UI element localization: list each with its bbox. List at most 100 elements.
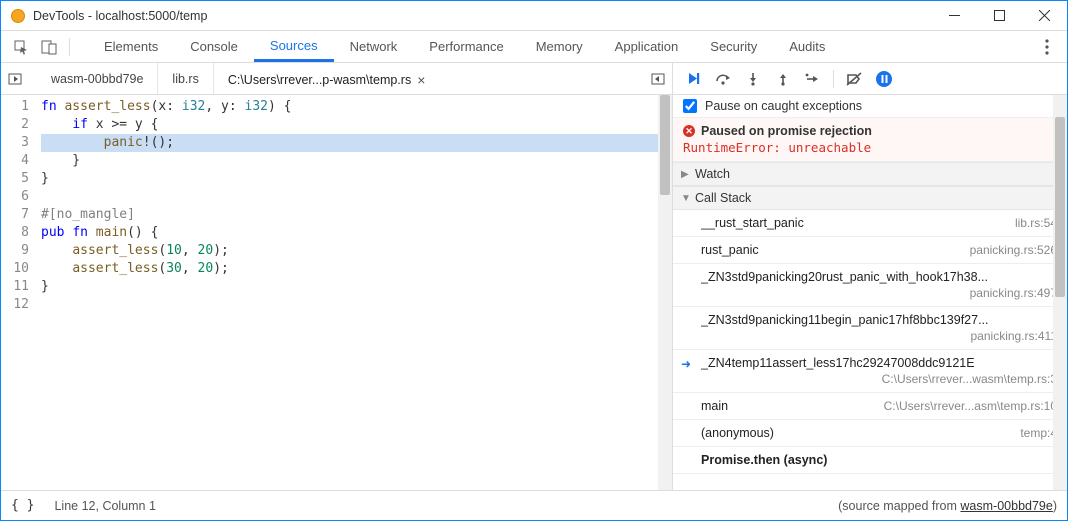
chevron-right-icon: ▶ [681, 169, 691, 180]
line-number-gutter: 123456789101112 [1, 95, 37, 490]
callstack-frame[interactable]: _ZN3std9panicking20rust_panic_with_hook1… [673, 264, 1067, 307]
callstack-frame[interactable]: ➜_ZN4temp11assert_less17hc29247008ddc912… [673, 350, 1067, 393]
watch-section-title: Watch [695, 167, 730, 181]
inspect-element-icon[interactable] [7, 33, 35, 61]
callstack-frame[interactable]: mainC:\Users\rrever...asm\temp.rs:10 [673, 393, 1067, 420]
callstack-frame[interactable]: _ZN3std9panicking11begin_panic17hf8bbc13… [673, 307, 1067, 350]
pause-on-caught-checkbox[interactable] [683, 99, 697, 113]
line-number[interactable]: 10 [1, 260, 29, 278]
frame-location[interactable]: temp:4 [1020, 426, 1057, 440]
window-close-button[interactable] [1022, 1, 1067, 31]
step-into-button[interactable] [739, 65, 767, 93]
cursor-position: Line 12, Column 1 [54, 499, 155, 513]
file-tab[interactable]: wasm-00bbd79e [37, 63, 158, 94]
pause-on-caught-label: Pause on caught exceptions [705, 99, 862, 113]
sidebar-scrollbar[interactable] [1053, 95, 1067, 490]
callstack-frame[interactable]: __rust_start_paniclib.rs:54 [673, 210, 1067, 237]
more-tabs-icon[interactable] [644, 72, 672, 86]
callstack-frame[interactable]: (anonymous)temp:4 [673, 420, 1067, 447]
window-titlebar: DevTools - localhost:5000/temp [1, 1, 1067, 31]
code-line[interactable]: panic!(); [41, 134, 672, 152]
file-tab[interactable]: C:\Users\rrever...p-wasm\temp.rs× [214, 63, 440, 94]
code-line[interactable]: } [41, 152, 672, 170]
window-minimize-button[interactable] [932, 1, 977, 31]
code-content[interactable]: fn assert_less(x: i32, y: i32) { if x >=… [37, 95, 672, 490]
frame-function: _ZN3std9panicking20rust_panic_with_hook1… [701, 270, 1057, 284]
code-editor[interactable]: 123456789101112 fn assert_less(x: i32, y… [1, 95, 673, 490]
async-label: Promise.then (async) [701, 453, 1057, 467]
pause-on-exceptions-button[interactable] [870, 65, 898, 93]
code-line[interactable]: assert_less(10, 20); [41, 242, 672, 260]
debugger-controls [673, 63, 904, 94]
code-line[interactable]: fn assert_less(x: i32, y: i32) { [41, 98, 672, 116]
chevron-down-icon: ▼ [681, 193, 691, 204]
tab-application[interactable]: Application [599, 31, 695, 62]
line-number[interactable]: 7 [1, 206, 29, 224]
show-navigator-icon[interactable] [1, 72, 29, 86]
frame-location[interactable]: lib.rs:54 [1015, 216, 1057, 230]
line-number[interactable]: 12 [1, 296, 29, 314]
editor-scrollbar[interactable] [658, 95, 672, 490]
tab-console[interactable]: Console [174, 31, 254, 62]
line-number[interactable]: 1 [1, 98, 29, 116]
frame-location[interactable]: C:\Users\rrever...asm\temp.rs:10 [884, 399, 1057, 413]
tab-sources[interactable]: Sources [254, 31, 334, 62]
file-tab-label: wasm-00bbd79e [51, 72, 143, 86]
line-number[interactable]: 8 [1, 224, 29, 242]
async-separator: Promise.then (async) [673, 447, 1067, 474]
file-tab[interactable]: lib.rs [158, 63, 213, 94]
code-line[interactable]: if x >= y { [41, 116, 672, 134]
line-number[interactable]: 6 [1, 188, 29, 206]
line-number[interactable]: 3 [1, 134, 29, 152]
line-number[interactable]: 11 [1, 278, 29, 296]
sources-subbar: wasm-00bbd79e lib.rs C:\Users\rrever...p-w… [1, 63, 1067, 95]
divider [833, 70, 834, 88]
frame-function: rust_panic [701, 243, 759, 257]
divider [69, 38, 70, 56]
frame-location[interactable]: panicking.rs:411 [701, 329, 1057, 343]
devtools-favicon [11, 9, 25, 23]
tab-elements[interactable]: Elements [88, 31, 174, 62]
watch-section-header[interactable]: ▶ Watch [673, 162, 1067, 186]
current-frame-marker-icon: ➜ [681, 357, 691, 371]
tab-memory[interactable]: Memory [520, 31, 599, 62]
line-number[interactable]: 4 [1, 152, 29, 170]
code-line[interactable]: } [41, 278, 672, 296]
line-number[interactable]: 9 [1, 242, 29, 260]
scrollbar-thumb[interactable] [1055, 117, 1065, 297]
deactivate-breakpoints-button[interactable] [840, 65, 868, 93]
code-line[interactable]: #[no_mangle] [41, 206, 672, 224]
source-map-link[interactable]: wasm-00bbd79e [960, 499, 1052, 513]
code-line[interactable] [41, 296, 672, 314]
frame-location[interactable]: C:\Users\rrever...wasm\temp.rs:3 [701, 372, 1057, 386]
callstack-frame[interactable]: rust_panic panicking.rs:526 [673, 237, 1067, 264]
tab-security[interactable]: Security [694, 31, 773, 62]
tab-audits[interactable]: Audits [773, 31, 841, 62]
close-icon[interactable]: × [417, 73, 425, 87]
pause-on-caught-row: Pause on caught exceptions [673, 95, 1067, 118]
tab-performance[interactable]: Performance [413, 31, 519, 62]
step-over-button[interactable] [709, 65, 737, 93]
file-tab-label: lib.rs [172, 72, 198, 86]
code-line[interactable] [41, 188, 672, 206]
line-number[interactable]: 2 [1, 116, 29, 134]
frame-location[interactable]: panicking.rs:526 [970, 243, 1057, 257]
code-line[interactable]: } [41, 170, 672, 188]
source-map-info: (source mapped from wasm-00bbd79e) [838, 499, 1057, 513]
resume-button[interactable] [679, 65, 707, 93]
frame-location[interactable]: panicking.rs:497 [701, 286, 1057, 300]
callstack-section-header[interactable]: ▼ Call Stack [673, 186, 1067, 210]
window-maximize-button[interactable] [977, 1, 1022, 31]
code-line[interactable]: assert_less(30, 20); [41, 260, 672, 278]
pretty-print-button[interactable]: { } [11, 498, 34, 513]
kebab-menu-icon[interactable] [1033, 33, 1061, 61]
line-number[interactable]: 5 [1, 170, 29, 188]
device-toolbar-icon[interactable] [35, 33, 63, 61]
step-out-button[interactable] [769, 65, 797, 93]
window-title: DevTools - localhost:5000/temp [33, 9, 932, 23]
code-line[interactable]: pub fn main() { [41, 224, 672, 242]
status-bar: { } Line 12, Column 1 (source mapped fro… [1, 490, 1067, 520]
step-button[interactable] [799, 65, 827, 93]
scrollbar-thumb[interactable] [660, 95, 670, 195]
tab-network[interactable]: Network [334, 31, 414, 62]
